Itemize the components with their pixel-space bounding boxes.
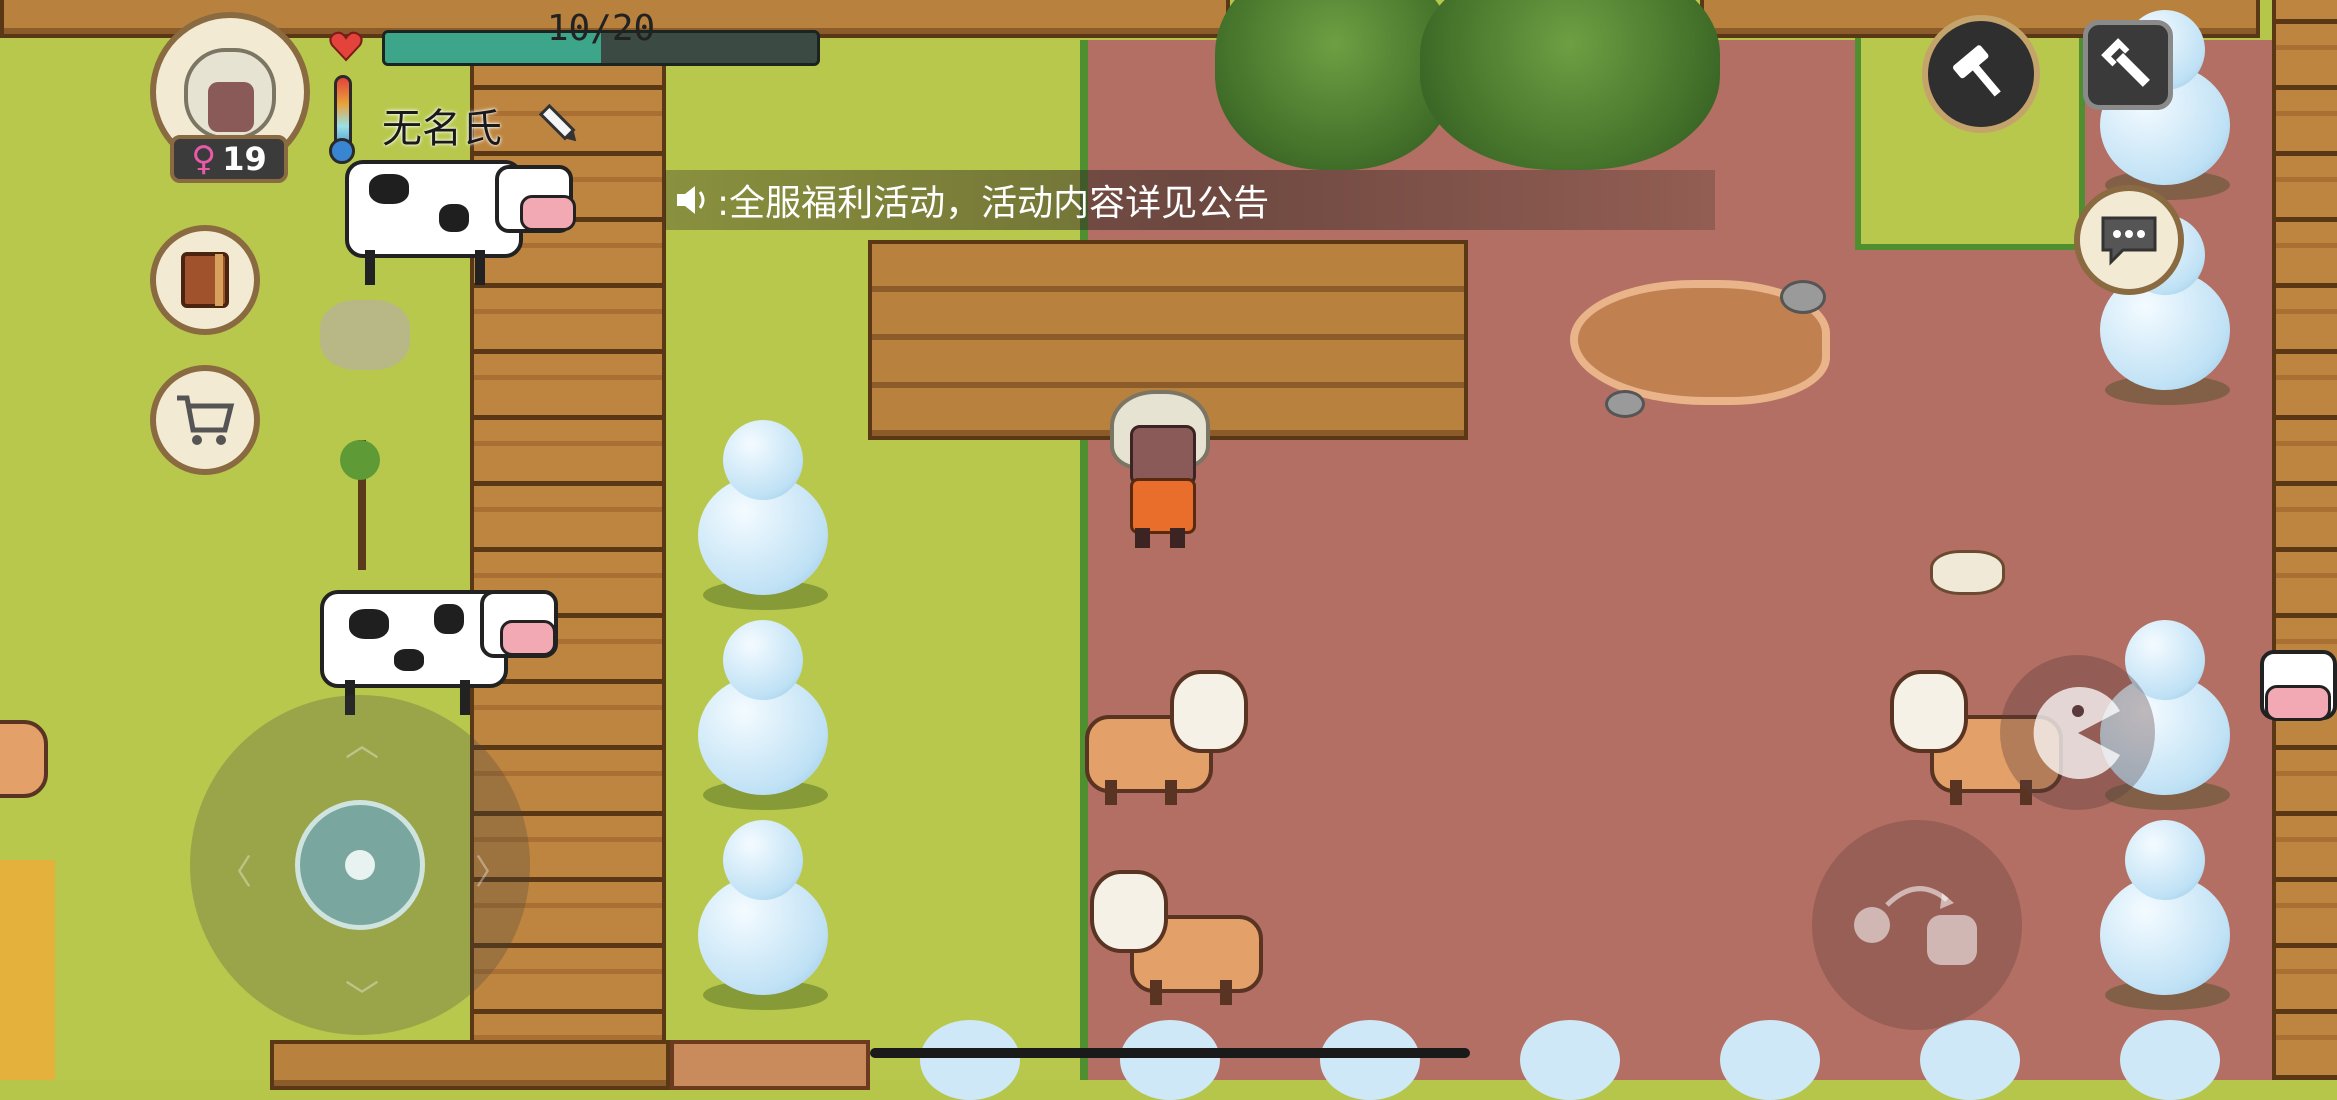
snowman (1920, 1020, 2020, 1100)
throw-button[interactable] (1812, 820, 2022, 1030)
speaker-icon (673, 180, 713, 220)
rock (1780, 280, 1826, 314)
journal-button[interactable] (150, 225, 260, 335)
chat-bubble-icon (2101, 216, 2157, 266)
joystick[interactable]: ︿ ﹀ 〈 〉 (190, 695, 530, 1035)
book-icon (181, 252, 229, 308)
hammer-button[interactable] (1922, 15, 2040, 133)
health-text: 10/20 (546, 8, 656, 49)
snowman (2120, 1020, 2220, 1100)
snowman (698, 820, 828, 1020)
snowman (1320, 1020, 1420, 1100)
cart-icon (177, 395, 235, 445)
level-badge: ♀ 19 (170, 135, 288, 183)
snowman (2100, 820, 2230, 1020)
wooden-wall-right (2272, 0, 2337, 1080)
sheep[interactable] (0, 710, 50, 820)
snowman (698, 620, 828, 820)
hammer-icon (1953, 45, 2001, 97)
snowman (920, 1020, 1020, 1100)
joystick-arrow-left: 〈 (218, 853, 252, 893)
pacman-icon (2033, 686, 2120, 779)
chat-button[interactable] (2074, 185, 2184, 295)
snowman (1720, 1020, 1820, 1100)
yellow-patch (0, 860, 55, 1080)
announcement-text: :全服福利活动，活动内容详见公告 (717, 183, 1270, 224)
thermometer-bulb (329, 138, 355, 164)
announcement-banner: :全服福利活动，活动内容详见公告 (665, 170, 1715, 230)
joystick-knob[interactable] (295, 800, 425, 930)
joystick-icon (345, 850, 375, 880)
snowman (1120, 1020, 1220, 1100)
joystick-arrow-up: ︿ (345, 725, 379, 765)
rock (1605, 390, 1645, 418)
snowman (698, 420, 828, 620)
throw-hand-icon (1854, 886, 1977, 965)
joystick-arrow-down: ﹀ (345, 978, 379, 1018)
female-icon: ♀ (191, 139, 217, 179)
joystick-arrow-right: 〉 (475, 853, 509, 893)
stepping-stones (320, 300, 410, 370)
avatar-face (184, 48, 276, 140)
sapling-leaf (340, 440, 380, 480)
sheep[interactable] (1085, 670, 1248, 810)
sheep[interactable] (1090, 870, 1263, 1010)
shop-button[interactable] (150, 365, 260, 475)
heart-icon (328, 28, 364, 64)
eat-button[interactable] (2000, 655, 2155, 810)
player-name: 无名氏 (382, 106, 502, 152)
level-text: 19 (222, 140, 267, 178)
cow[interactable] (2260, 650, 2337, 760)
wrench-icon (2101, 38, 2150, 87)
cow[interactable] (345, 140, 576, 290)
wooden-gate[interactable] (670, 1040, 870, 1090)
wooden-wall-bottom (270, 1040, 670, 1090)
snowman (1520, 1020, 1620, 1100)
tree (1420, 0, 1720, 170)
lamb[interactable] (1930, 550, 2005, 595)
settings-button[interactable] (2083, 20, 2173, 110)
tree (1215, 0, 1455, 170)
pencil-icon[interactable] (535, 100, 585, 150)
home-indicator (870, 1048, 1470, 1058)
player-character[interactable] (1105, 390, 1215, 550)
